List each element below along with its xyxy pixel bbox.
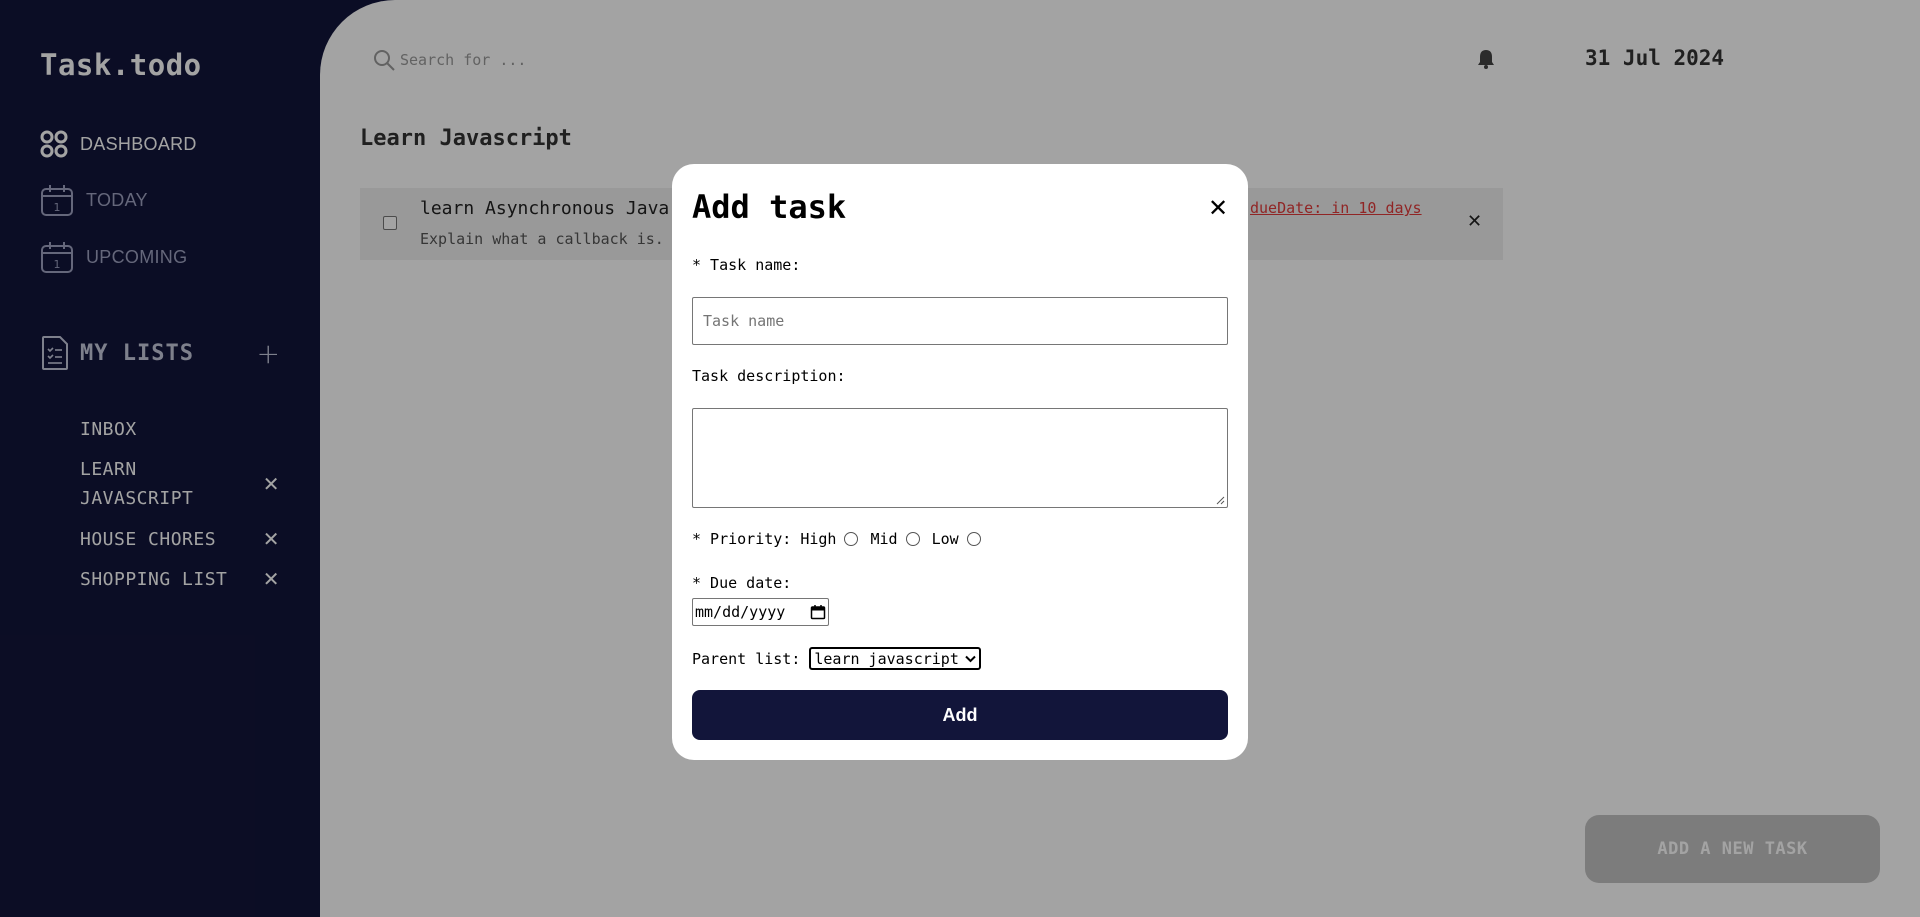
task-description-textarea[interactable] [692,408,1228,508]
priority-high-label: High [800,530,837,548]
add-task-submit-button[interactable]: Add [692,690,1228,740]
priority-mid-label: Mid [870,530,898,548]
parent-list-select[interactable]: learn javascript [809,647,981,670]
modal-title: Add task [692,188,847,226]
priority-low-radio[interactable] [966,532,981,546]
priority-high-radio[interactable] [844,532,859,546]
calendar-picker-icon[interactable] [810,604,826,620]
priority-group: * Priority: High Mid Low [692,530,993,548]
parent-list-row: Parent list: learn javascript [692,647,981,670]
due-date-input[interactable]: mm/dd/yyyy [692,598,829,626]
close-modal-button[interactable]: ✕ [1208,196,1228,220]
priority-label: * Priority: [692,530,792,548]
due-date-label: * Due date: [692,574,792,592]
chevron-down-icon [965,655,976,662]
priority-low-label: Low [931,530,959,548]
parent-list-value: learn javascript [814,649,959,668]
parent-list-label: Parent list: [692,649,801,668]
resize-grip-icon[interactable] [1215,495,1225,505]
task-name-label: * Task name: [692,256,801,274]
task-description-label: Task description: [692,367,846,385]
task-name-input[interactable] [692,297,1228,345]
due-date-placeholder: mm/dd/yyyy [695,603,786,621]
add-task-modal: Add task ✕ * Task name: Task description… [672,164,1248,760]
priority-mid-radio[interactable] [905,532,920,546]
